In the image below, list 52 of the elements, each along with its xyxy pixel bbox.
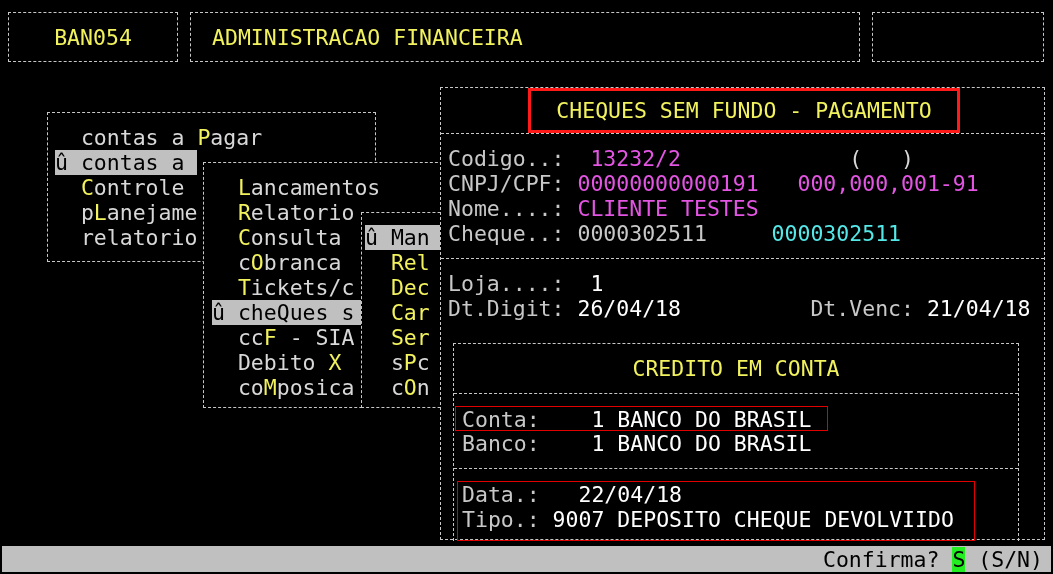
menu-item[interactable]: Consulta xyxy=(237,225,342,250)
field-value: 000,000,001-91 xyxy=(797,171,979,196)
section-title: CREDITO EM CONTA xyxy=(632,356,840,381)
field-value: 1 xyxy=(590,271,604,296)
field-value: 22/04/18 xyxy=(578,482,683,507)
menu-item[interactable]: Relatorio xyxy=(237,200,355,225)
field-value: 1 BANCO DO BRASIL xyxy=(591,431,812,456)
field-value: 00000000000191 xyxy=(577,171,760,196)
menu-item[interactable]: cObranca xyxy=(237,250,342,275)
menu-item[interactable]: contas a Pagar xyxy=(80,125,263,150)
answer-options: (S/N) xyxy=(978,546,1043,572)
field-label: Loja....: xyxy=(448,271,566,296)
menu-item[interactable]: ccF - SIA xyxy=(237,325,355,350)
field-value: ( ) xyxy=(849,146,914,171)
menu-item[interactable]: Lancamentos xyxy=(237,175,381,200)
field-label: Data.: xyxy=(462,482,541,507)
program-code-box: BAN054 xyxy=(8,12,178,62)
field-value: 1 BANCO DO BRASIL xyxy=(591,407,812,430)
field-value: CLIENTE TESTES xyxy=(577,196,759,221)
field-value: 9007 DEPOSITO CHEQUE DEVOLVIIDO xyxy=(552,507,954,532)
field-label: Dt.Digit: xyxy=(448,296,566,321)
field-value: 0000302511 xyxy=(771,221,902,246)
menu-item[interactable]: Debito X xyxy=(237,350,342,375)
field-label: Codigo..: xyxy=(448,146,566,171)
field-value: 21/04/18 xyxy=(926,296,1031,321)
menu-item[interactable]: Rel xyxy=(390,250,430,275)
field-label: Dt.Venc: xyxy=(810,296,915,321)
field-label: Banco: xyxy=(462,431,541,456)
menu-item[interactable]: coMposica xyxy=(237,375,355,400)
menu-item[interactable]: cOn xyxy=(390,375,430,400)
field-value: 13232/2 xyxy=(590,146,682,171)
field-label: Tipo.: xyxy=(462,507,541,532)
field-label: Cheque..: xyxy=(448,221,566,246)
field-label: Nome....: xyxy=(448,196,566,221)
answer-field[interactable]: S xyxy=(952,546,966,572)
menu-item[interactable]: Car xyxy=(390,300,430,325)
menu-item[interactable]: sPc xyxy=(390,350,430,375)
menu-item[interactable]: Dec xyxy=(390,275,430,300)
menu-item[interactable]: û contas a xyxy=(55,150,198,175)
system-title-box: ADMINISTRACAO FINANCEIRA xyxy=(190,12,860,62)
field-label: CNPJ/CPF: xyxy=(448,171,566,196)
field-value: 26/04/18 xyxy=(577,296,682,321)
menu-item[interactable]: Ser xyxy=(390,325,430,350)
field-value: 0000302511 xyxy=(577,221,708,246)
menu-item[interactable]: û Man xyxy=(365,225,443,250)
window-title: CHEQUES SEM FUNDO - PAGAMENTO xyxy=(528,88,960,133)
field-label: Conta: xyxy=(462,407,541,430)
menu-item[interactable]: Tickets/c xyxy=(237,275,355,300)
menu-item[interactable]: pLanejame xyxy=(80,200,198,225)
menu-item[interactable]: relatorio xyxy=(80,225,198,250)
menu-item[interactable]: Controle xyxy=(80,175,185,200)
confirm-prompt: Confirma? xyxy=(822,546,940,572)
